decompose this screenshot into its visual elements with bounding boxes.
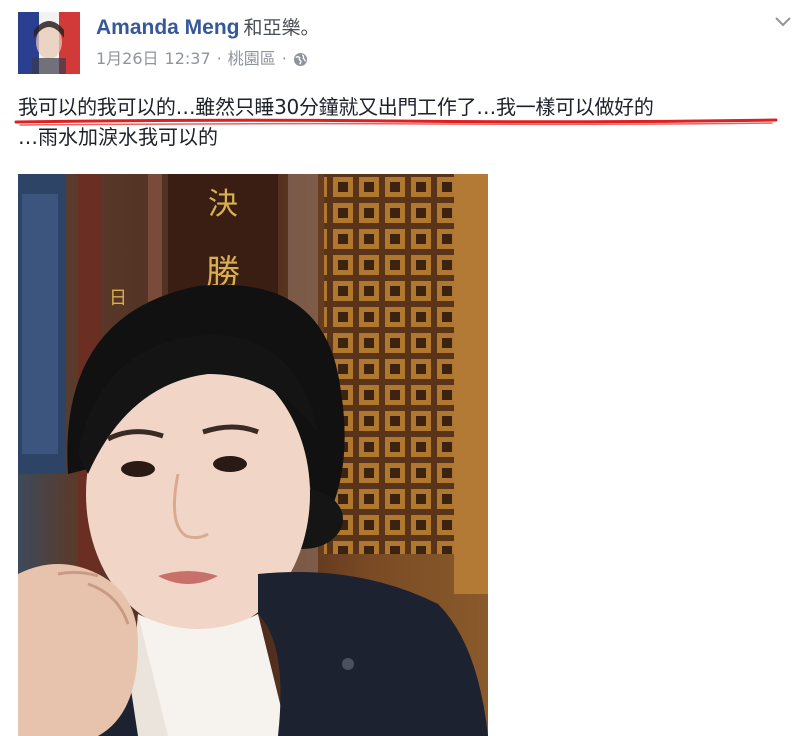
with-label: 和亞樂。 (243, 17, 320, 39)
post-text: 我可以的我可以的…雖然只睡30分鐘就又出門工作了…我一樣可以做好的 …雨水加淚水… (18, 92, 788, 152)
post-text-line: 我可以的我可以的…雖然只睡30分鐘就又出門工作了…我一樣可以做好的 (18, 95, 654, 119)
post-meta: 1月26日 12:37 · 桃園區 · (96, 48, 308, 70)
post-location[interactable]: 桃園區 (228, 48, 276, 70)
post-text-line: …雨水加淚水我可以的 (18, 125, 218, 149)
globe-icon[interactable] (293, 52, 308, 67)
meta-separator: · (281, 49, 287, 68)
post-photo[interactable]: 決 勝 日 (18, 174, 488, 736)
post-time[interactable]: 12:37 (165, 48, 211, 70)
profile-picture-icon (18, 12, 80, 74)
meta-separator: · (216, 49, 222, 68)
author-name-link[interactable]: Amanda Meng (96, 16, 240, 39)
facebook-post: Amanda Meng 和亞樂。 1月26日 12:37 · 桃園區 · 我可以的… (0, 0, 806, 736)
svg-text:決: 決 (208, 187, 238, 222)
chevron-down-icon[interactable] (774, 16, 792, 28)
post-date[interactable]: 1月26日 (96, 48, 159, 70)
author-line: Amanda Meng 和亞樂。 (96, 14, 320, 41)
avatar[interactable] (18, 12, 80, 74)
svg-text:日: 日 (109, 288, 127, 309)
selfie-photo-icon: 決 勝 日 (18, 174, 488, 736)
